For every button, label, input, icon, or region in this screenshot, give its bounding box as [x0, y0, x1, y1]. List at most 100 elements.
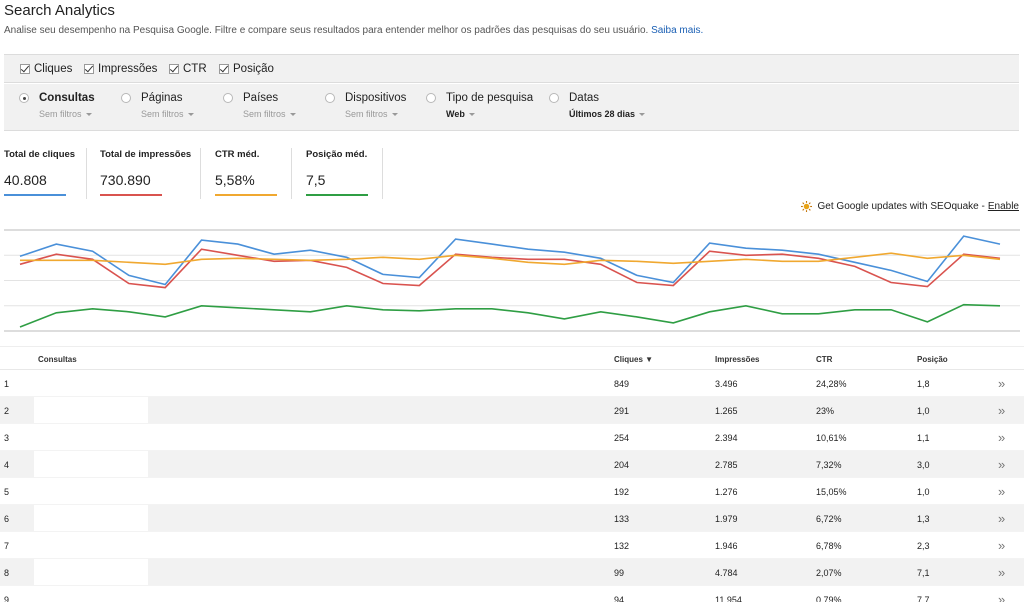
seoquake-sun-icon — [800, 201, 812, 212]
caret-down-icon — [391, 112, 398, 116]
impressions-checkbox[interactable]: Impressões — [84, 63, 157, 75]
cell-ctr: 7,32% — [816, 460, 842, 470]
filter-dates-dropdown[interactable]: Últimos 28 dias — [569, 109, 646, 119]
radio-icon[interactable] — [121, 93, 131, 103]
table-row[interactable]: 9 94 11.954 0,79% 7,7 » — [0, 586, 1024, 602]
filter-dates[interactable]: Datas Últimos 28 dias — [549, 92, 646, 119]
cell-ctr: 2,07% — [816, 568, 842, 578]
table-row[interactable]: 8 99 4.784 2,07% 7,1 » — [0, 559, 1024, 586]
table-row[interactable]: 7 132 1.946 6,78% 2,3 » — [0, 532, 1024, 559]
query-cell — [34, 397, 148, 423]
header-ctr[interactable]: CTR — [816, 355, 832, 364]
row-expand-icon[interactable]: » — [998, 430, 1005, 445]
row-number: 7 — [4, 541, 10, 551]
chart-lines — [19, 235, 1001, 328]
filter-pages-value: Sem filtros — [141, 109, 184, 119]
divider — [382, 148, 383, 199]
cell-clicks: 204 — [614, 460, 630, 470]
header-queries[interactable]: Consultas — [38, 355, 77, 364]
filter-dates-value: Últimos 28 dias — [569, 109, 636, 119]
performance-chart[interactable] — [4, 222, 1020, 334]
caret-down-icon — [468, 112, 475, 116]
header-impressions[interactable]: Impressões — [715, 355, 759, 364]
radio-icon[interactable] — [549, 93, 559, 103]
filter-pages[interactable]: Páginas Sem filtros — [121, 92, 194, 119]
query-cell — [34, 559, 148, 585]
divider — [200, 148, 201, 199]
filter-search-type-dropdown[interactable]: Web — [446, 109, 533, 119]
table-row[interactable]: 4 204 2.785 7,32% 3,0 » — [0, 451, 1024, 478]
avg-position-label: Posição méd. — [306, 149, 368, 160]
clicks-checkbox[interactable]: Cliques — [20, 63, 72, 75]
row-number: 9 — [4, 595, 10, 602]
cell-position: 1,8 — [917, 379, 930, 389]
ctr-checkbox-label: CTR — [183, 63, 207, 75]
total-clicks-value: 40.808 — [4, 172, 47, 188]
header-clicks[interactable]: Cliques ▼ — [614, 355, 653, 364]
filter-queries-label: Consultas — [39, 92, 95, 104]
table-row[interactable]: 5 192 1.276 15,05% 1,0 » — [0, 478, 1024, 505]
table-row[interactable]: 1 849 3.496 24,28% 1,8 » — [0, 370, 1024, 397]
cell-ctr: 23% — [816, 406, 835, 416]
row-expand-icon[interactable]: » — [998, 484, 1005, 499]
row-expand-icon[interactable]: » — [998, 538, 1005, 553]
cell-clicks: 849 — [614, 379, 630, 389]
avg-position-card[interactable]: Posição méd. 7,5 — [306, 149, 368, 199]
row-number: 2 — [4, 406, 10, 416]
avg-ctr-card[interactable]: CTR méd. 5,58% — [215, 149, 277, 199]
filter-search-type-label: Tipo de pesquisa — [446, 92, 534, 104]
cell-impressions: 3.496 — [715, 379, 738, 389]
ctr-checkbox[interactable]: CTR — [169, 63, 207, 75]
checkbox-icon[interactable] — [84, 64, 94, 74]
avg-position-value: 7,5 — [306, 172, 326, 188]
row-expand-icon[interactable]: » — [998, 511, 1005, 526]
cell-clicks: 99 — [614, 568, 625, 578]
table-row[interactable]: 6 133 1.979 6,72% 1,3 » — [0, 505, 1024, 532]
row-expand-icon[interactable]: » — [998, 376, 1005, 391]
filter-countries-dropdown[interactable]: Sem filtros — [243, 109, 296, 119]
filter-search-type[interactable]: Tipo de pesquisa Web — [426, 92, 533, 119]
seoquake-text: Get Google updates with SEOquake - — [817, 201, 985, 212]
radio-selected-icon[interactable] — [19, 93, 29, 103]
seoquake-enable-link[interactable]: Enable — [988, 201, 1019, 212]
cell-position: 3,0 — [917, 460, 930, 470]
row-number: 1 — [4, 379, 10, 389]
checkbox-icon[interactable] — [20, 64, 30, 74]
filter-queries[interactable]: Consultas Sem filtros — [19, 92, 95, 119]
filter-queries-dropdown[interactable]: Sem filtros — [39, 109, 95, 119]
filter-pages-dropdown[interactable]: Sem filtros — [141, 109, 194, 119]
query-cell — [34, 451, 148, 477]
row-expand-icon[interactable]: » — [998, 592, 1005, 602]
cell-impressions: 1.265 — [715, 406, 738, 416]
filter-devices[interactable]: Dispositivos Sem filtros — [325, 92, 406, 119]
row-expand-icon[interactable]: » — [998, 457, 1005, 472]
learn-more-link[interactable]: Saiba mais. — [651, 25, 703, 36]
filter-devices-dropdown[interactable]: Sem filtros — [345, 109, 406, 119]
filter-countries[interactable]: Países Sem filtros — [223, 92, 296, 119]
radio-icon[interactable] — [426, 93, 436, 103]
row-expand-icon[interactable]: » — [998, 403, 1005, 418]
row-number: 6 — [4, 514, 10, 524]
position-checkbox[interactable]: Posição — [219, 63, 274, 75]
cell-position: 7,7 — [917, 595, 930, 602]
checkbox-icon[interactable] — [169, 64, 179, 74]
table-row[interactable]: 2 291 1.265 23% 1,0 » — [0, 397, 1024, 424]
total-impressions-card[interactable]: Total de impressões 730.890 — [100, 149, 191, 199]
row-expand-icon[interactable]: » — [998, 565, 1005, 580]
filter-countries-label: Países — [243, 92, 279, 104]
cell-ctr: 24,28% — [816, 379, 847, 389]
query-cell — [34, 505, 148, 531]
row-number: 5 — [4, 487, 10, 497]
cell-clicks: 132 — [614, 541, 630, 551]
avg-ctr-label: CTR méd. — [215, 149, 260, 160]
filter-countries-value: Sem filtros — [243, 109, 286, 119]
total-clicks-card[interactable]: Total de cliques 40.808 — [4, 149, 75, 199]
header-position[interactable]: Posição — [917, 355, 948, 364]
table-row[interactable]: 3 254 2.394 10,61% 1,1 » — [0, 424, 1024, 451]
radio-icon[interactable] — [223, 93, 233, 103]
radio-icon[interactable] — [325, 93, 335, 103]
cell-ctr: 6,78% — [816, 541, 842, 551]
chart-series-4-line — [19, 303, 1001, 328]
cell-position: 1,0 — [917, 406, 930, 416]
checkbox-icon[interactable] — [219, 64, 229, 74]
